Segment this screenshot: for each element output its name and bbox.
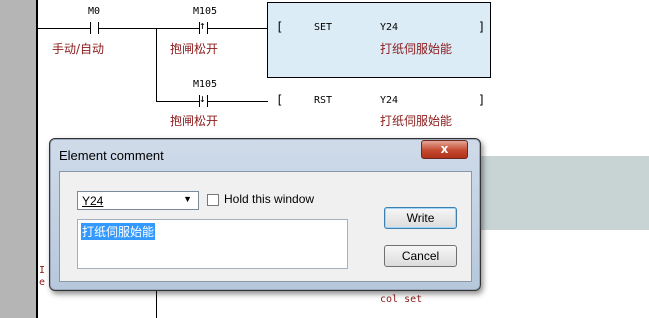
set-instruction-device[interactable]: Y24 <box>380 22 398 33</box>
rung-wire <box>208 101 268 102</box>
chevron-down-icon: ▼ <box>183 194 192 204</box>
rung-wire <box>156 101 199 102</box>
hold-window-label[interactable]: Hold this window <box>224 192 314 206</box>
close-button[interactable]: x <box>421 140 468 159</box>
contact-m105-device[interactable]: M105 <box>193 6 217 17</box>
power-rail <box>36 0 38 318</box>
contact-m105-comment: 抱闸松开 <box>170 42 219 56</box>
set-instruction-comment: 打纸伺服始能 <box>380 42 453 56</box>
rung-wire <box>38 28 90 29</box>
device-select[interactable]: Y24 ▼ <box>77 191 199 210</box>
background-panel <box>470 156 649 230</box>
partial-comment-left: I <box>39 265 46 276</box>
set-instruction-selected[interactable] <box>267 2 491 78</box>
branch-wire <box>156 28 157 102</box>
contact-m105-device-2[interactable]: M105 <box>193 79 217 90</box>
contact-m0-comment: 手动/自动 <box>52 42 105 56</box>
partial-comment-left-2: e <box>39 277 46 288</box>
dialog-client-area: Y24 ▼ Hold this window 打纸伺服始能 Write Canc… <box>59 171 472 282</box>
comment-text: 打纸伺服始能 <box>81 223 156 240</box>
set-instruction-op[interactable]: SET <box>314 22 332 33</box>
element-comment-dialog[interactable]: Element comment x Y24 ▼ Hold this window… <box>49 138 481 291</box>
rst-instruction-op[interactable]: RST <box>314 95 332 106</box>
close-icon: x <box>440 142 449 156</box>
instr-bracket-open-2: [ <box>276 93 284 107</box>
contact-bar <box>90 22 91 34</box>
instr-bracket-close-2: ] <box>478 93 486 107</box>
instr-bracket-close: ] <box>478 20 486 34</box>
rung-wire <box>99 28 199 29</box>
comment-textarea[interactable]: 打纸伺服始能 <box>77 219 348 269</box>
write-button[interactable]: Write <box>384 207 457 229</box>
partial-comment: col set <box>380 294 423 305</box>
instr-bracket-open: [ <box>276 20 284 34</box>
contact-m105-comment-2: 抱闸松开 <box>170 114 219 128</box>
device-select-value: Y24 <box>82 194 104 208</box>
rung-wire <box>208 28 268 29</box>
rising-edge-arrow-icon: ↑ <box>199 19 206 32</box>
rst-instruction-device[interactable]: Y24 <box>380 95 398 106</box>
rst-instruction-comment: 打纸伺服始能 <box>380 114 453 128</box>
cancel-button[interactable]: Cancel <box>384 245 457 267</box>
dialog-title: Element comment <box>59 148 164 163</box>
falling-edge-arrow-icon: ↓ <box>199 92 206 105</box>
left-gutter <box>0 0 36 318</box>
hold-window-checkbox[interactable] <box>207 194 219 206</box>
contact-m0-device[interactable]: M0 <box>88 6 100 17</box>
